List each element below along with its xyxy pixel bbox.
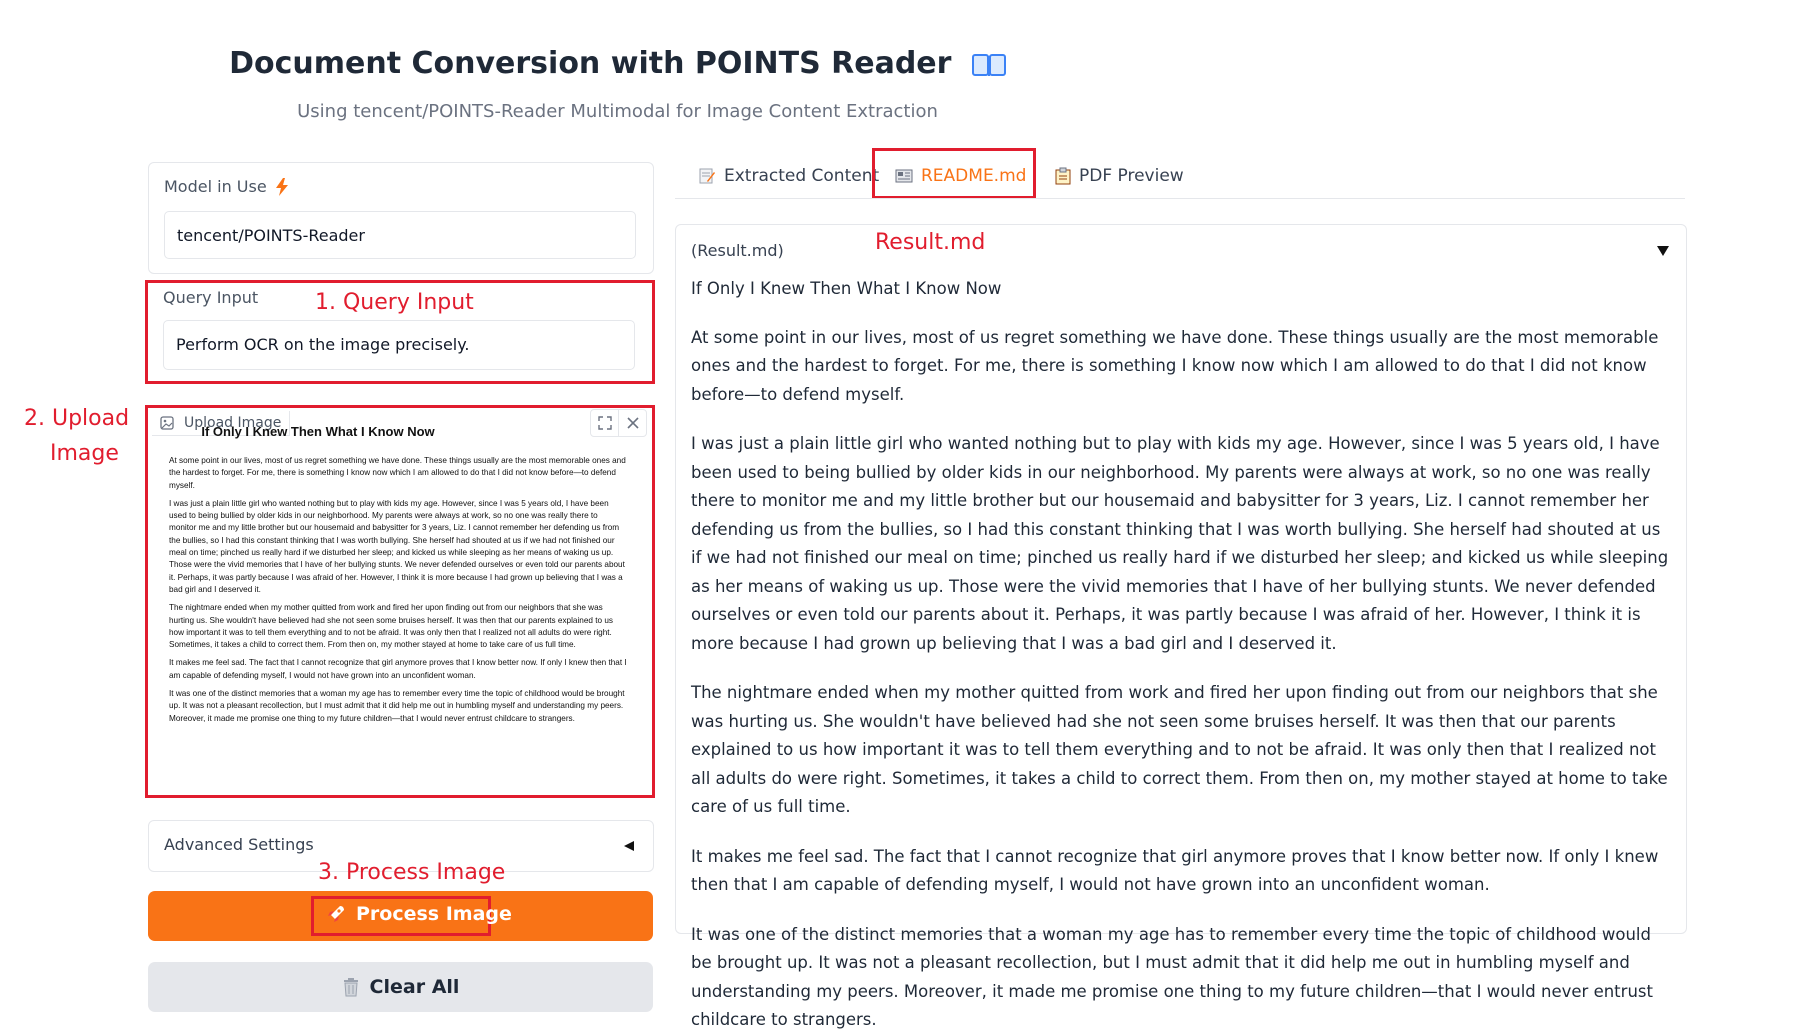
page-subtitle: Using tencent/POINTS-Reader Multimodal f…	[297, 101, 938, 122]
process-button-label: Process Image	[356, 903, 512, 925]
tabs-divider	[675, 198, 1685, 199]
tab-label: README.md	[921, 166, 1027, 186]
result-label: (Result.md)	[691, 241, 784, 260]
preview-paragraph: It was one of the distinct memories that…	[169, 689, 625, 723]
open-book-icon	[971, 53, 1006, 76]
annotation-process-image: 3. Process Image	[318, 860, 506, 885]
page-title: Document Conversion with POINTS Reader	[0, 46, 1235, 81]
annotation-upload-line1: 2. Upload	[24, 406, 130, 431]
uploaded-document-preview: If Only I Knew Then What I Know Now At s…	[169, 424, 627, 731]
rocket-icon	[328, 906, 344, 922]
process-button-content: Process Image	[326, 903, 512, 925]
tab-readme[interactable]: README.md	[895, 166, 1026, 186]
query-label: Query Input	[163, 288, 259, 307]
clipboard-icon	[1055, 167, 1071, 185]
query-input[interactable]: Perform OCR on the image precisely.	[163, 320, 635, 370]
clear-button-label: Clear All	[369, 976, 460, 998]
result-paragraph: At some point in our lives, most of us r…	[691, 327, 1659, 404]
preview-title: If Only I Knew Then What I Know Now	[201, 424, 435, 439]
clear-all-button[interactable]: Clear All	[148, 962, 653, 1012]
annotation-upload-line2: Image	[50, 441, 119, 466]
model-label-row: Model in Use	[164, 177, 289, 196]
result-document: If Only I Knew Then What I Know Now At s…	[691, 275, 1671, 1035]
lightning-icon	[275, 177, 288, 196]
newspaper-icon	[895, 169, 913, 183]
upload-image-dropzone[interactable]: Upload Image If Only I Knew Then What I …	[149, 409, 651, 794]
model-label: Model in Use	[164, 177, 267, 196]
model-field[interactable]: tencent/POINTS-Reader	[164, 211, 636, 259]
tab-pdf-preview[interactable]: PDF Preview	[1055, 166, 1184, 186]
tab-label: Extracted Content	[724, 166, 880, 186]
trash-icon	[343, 978, 358, 997]
tab-label: PDF Preview	[1079, 166, 1184, 186]
preview-paragraph: At some point in our lives, most of us r…	[169, 456, 626, 490]
advanced-settings-label: Advanced Settings	[164, 835, 314, 854]
result-paragraph: I was just a plain little girl who wante…	[691, 434, 1669, 653]
preview-paragraph: It makes me feel sad. The fact that I ca…	[169, 658, 627, 680]
result-paragraph: It makes me feel sad. The fact that I ca…	[691, 846, 1659, 895]
result-panel: (Result.md) Result.md If Only I Knew The…	[675, 224, 1687, 1029]
preview-paragraph: The nightmare ended when my mother quitt…	[169, 603, 613, 650]
result-paragraph: It was one of the distinct memories that…	[691, 924, 1653, 1030]
close-icon	[626, 417, 639, 429]
annotation-query-input: 1. Query Input	[315, 290, 474, 315]
annotation-result-md: Result.md	[875, 230, 986, 255]
memo-pencil-icon	[699, 168, 715, 184]
result-paragraph: The nightmare ended when my mother quitt…	[691, 683, 1668, 816]
result-title: If Only I Knew Then What I Know Now	[691, 279, 1002, 298]
caret-left-icon	[624, 841, 634, 851]
preview-paragraph: I was just a plain little girl who wante…	[169, 498, 625, 594]
page-title-text: Document Conversion with POINTS Reader	[229, 46, 952, 81]
model-panel: Model in Use tencent/POINTS-Reader	[148, 162, 654, 274]
collapse-toggle-icon[interactable]	[1656, 245, 1670, 257]
tab-extracted-content[interactable]: Extracted Content	[698, 166, 879, 186]
